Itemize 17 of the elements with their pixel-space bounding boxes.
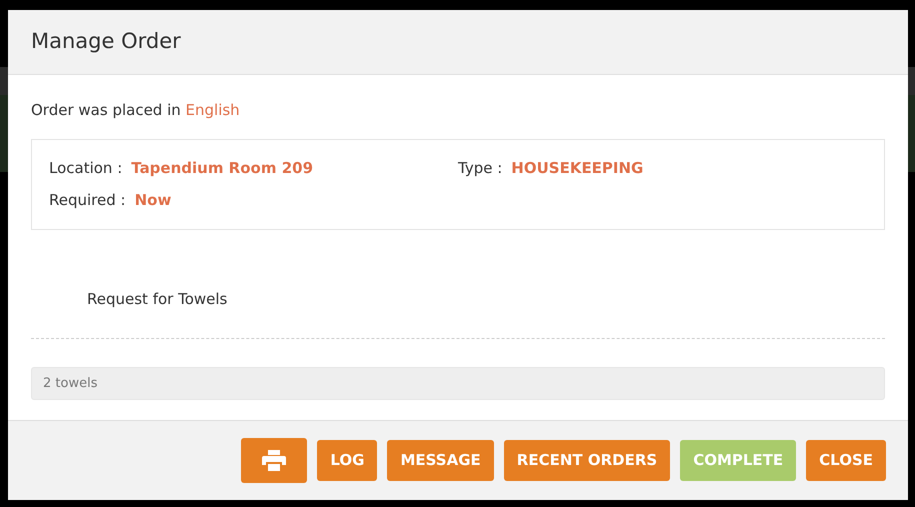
detail-value: Tapendium Room 209 xyxy=(131,158,314,178)
action-button[interactable]: CLOSE xyxy=(806,440,886,481)
printer-icon xyxy=(262,450,286,471)
action-button[interactable]: COMPLETE xyxy=(680,440,796,481)
print-button[interactable] xyxy=(241,438,308,483)
detail-value: Now xyxy=(134,190,172,211)
order-language-text: Order was placed in English xyxy=(31,100,241,121)
dialog-title: Manage Order xyxy=(31,28,181,56)
detail-label: Required : xyxy=(49,190,126,211)
action-button[interactable]: RECENT ORDERS xyxy=(504,440,670,481)
action-button[interactable]: LOG xyxy=(317,440,378,481)
detail-value: HOUSEKEEPING xyxy=(511,158,644,178)
detail-label: Type : xyxy=(458,158,502,178)
detail-label: Location : xyxy=(49,158,122,178)
request-text: Request for Towels xyxy=(87,288,228,310)
note-field: 2 towels xyxy=(31,367,885,400)
action-button[interactable]: MESSAGE xyxy=(387,440,494,481)
